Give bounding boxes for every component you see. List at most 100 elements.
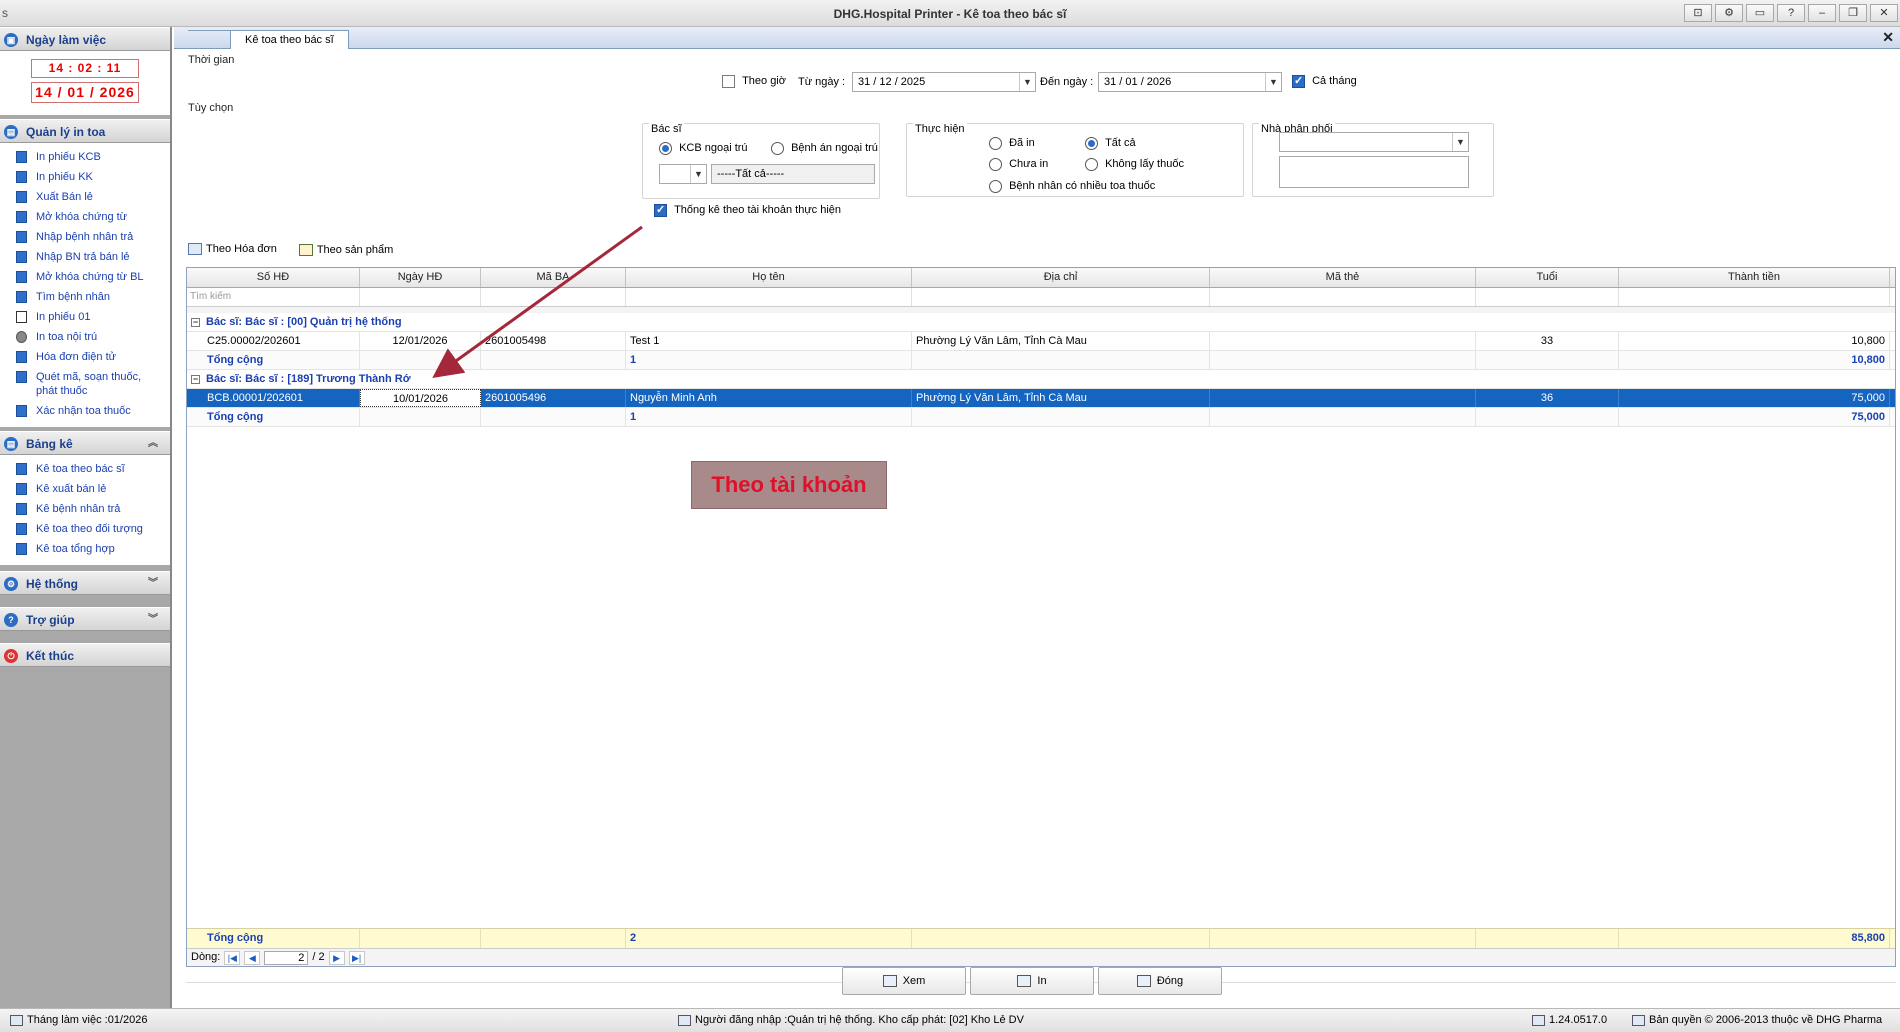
next-page-icon[interactable]: ▶: [328, 950, 345, 965]
distributor-detail-box[interactable]: [1279, 156, 1469, 188]
filter-ma-ba[interactable]: [481, 288, 626, 306]
filter-dia-chi[interactable]: [912, 288, 1210, 306]
filter-ngay-hd[interactable]: [360, 288, 481, 306]
group-row-doctor-00[interactable]: − Bác sĩ: Bác sĩ : [00] Quản trị hệ thống: [187, 313, 1895, 332]
by-hour-option[interactable]: Theo giờ: [722, 75, 786, 88]
sidebar-item-mo-khoa-chung-tu[interactable]: Mở khóa chứng từ: [0, 207, 170, 227]
table-row[interactable]: C25.00002/202601 12/01/2026 2601005498 T…: [187, 332, 1895, 351]
account-stats-checkbox[interactable]: [654, 203, 667, 217]
collapse-icon[interactable]: −: [191, 375, 200, 384]
first-page-icon[interactable]: |◀: [224, 950, 241, 965]
expand-down-icon[interactable]: ︾: [148, 608, 158, 632]
sidebar-header-prescription[interactable]: ▤ Quản lý in toa: [0, 119, 170, 143]
tab-by-product[interactable]: Theo sản phẩm: [293, 241, 399, 259]
table-row-selected[interactable]: BCB.00001/202601 10/01/2026 2601005496 N…: [187, 389, 1895, 408]
sidebar-item-in-phieu-kcb[interactable]: In phiếu KCB: [0, 147, 170, 167]
doctor-name-field[interactable]: -----Tất cả-----: [711, 164, 875, 184]
sidebar-header-report[interactable]: ▤ Bảng kê ︽: [0, 431, 170, 455]
last-page-icon[interactable]: ▶|: [348, 950, 365, 965]
chevron-down-icon[interactable]: ▼: [1019, 73, 1035, 91]
maximize-button[interactable]: ❐: [1839, 4, 1867, 22]
not-printed-option[interactable]: Chưa in: [989, 158, 1048, 171]
filter-thanh-tien[interactable]: [1619, 288, 1890, 306]
col-header-dia-chi[interactable]: Địa chỉ: [912, 268, 1210, 287]
whole-month-option[interactable]: Cả tháng: [1292, 74, 1357, 88]
filter-ma-the[interactable]: [1210, 288, 1476, 306]
col-header-tuoi[interactable]: Tuổi: [1476, 268, 1619, 287]
filter-so-hd[interactable]: Tìm kiếm: [187, 288, 360, 306]
kcb-outpatient-radio[interactable]: [659, 142, 672, 155]
sidebar-item-mo-khoa-chung-tu-bl[interactable]: Mở khóa chứng từ BL: [0, 267, 170, 287]
col-header-ma-the[interactable]: Mã thẻ: [1210, 268, 1476, 287]
filter-ho-ten[interactable]: [626, 288, 912, 306]
sidebar-item-nhap-benh-nhan-tra[interactable]: Nhập bệnh nhân trả: [0, 227, 170, 247]
sidebar-item-ke-benh-nhan-tra[interactable]: Kê bệnh nhân trả: [0, 499, 170, 519]
sidebar-item-xac-nhan-toa-thuoc[interactable]: Xác nhận toa thuốc: [0, 401, 170, 421]
collapse-icon[interactable]: −: [191, 318, 200, 327]
sidebar-header-help[interactable]: ? Trợ giúp ︾: [0, 607, 170, 631]
sidebar-item-ke-xuat-ban-le[interactable]: Kê xuất bán lẻ: [0, 479, 170, 499]
sidebar-item-xuat-ban-le[interactable]: Xuất Bán lẻ: [0, 187, 170, 207]
clock-display: 14 : 02 : 11: [31, 59, 139, 78]
page-input[interactable]: 2: [264, 950, 309, 965]
to-date-picker[interactable]: 31 / 01 / 2026 ▼: [1098, 72, 1282, 92]
sidebar-item-in-phieu-kk[interactable]: In phiếu KK: [0, 167, 170, 187]
filter-tuoi[interactable]: [1476, 288, 1619, 306]
chevron-down-icon[interactable]: ▼: [1265, 73, 1281, 91]
close-button[interactable]: ✕: [1870, 4, 1898, 22]
window-icon[interactable]: ▭: [1746, 4, 1774, 22]
whole-month-checkbox[interactable]: [1292, 74, 1305, 88]
all-radio[interactable]: [1085, 137, 1098, 150]
view-button[interactable]: Xem: [842, 967, 966, 995]
kcb-outpatient-option[interactable]: KCB ngoại trú: [659, 142, 748, 155]
close-form-button[interactable]: Đóng: [1098, 967, 1222, 995]
col-header-ngay-hd[interactable]: Ngày HĐ: [360, 268, 481, 287]
screen-icon[interactable]: ⊡: [1684, 4, 1712, 22]
help-icon[interactable]: ?: [1777, 4, 1805, 22]
col-header-thanh-tien[interactable]: Thành tiền: [1619, 268, 1890, 287]
expand-down-icon[interactable]: ︾: [148, 572, 158, 596]
no-medicine-radio[interactable]: [1085, 158, 1098, 171]
outpatient-record-option[interactable]: Bệnh án ngoại trú: [771, 142, 878, 155]
sidebar-item-in-phieu-01[interactable]: In phiếu 01: [0, 307, 170, 327]
sidebar-item-hoa-don-dien-tu[interactable]: Hóa đơn điện tử: [0, 347, 170, 367]
by-hour-checkbox[interactable]: [722, 75, 735, 88]
multi-rx-radio[interactable]: [989, 180, 1002, 193]
no-medicine-option[interactable]: Không lấy thuốc: [1085, 158, 1184, 171]
account-stats-option[interactable]: Thống kê theo tài khoản thực hiện: [654, 203, 841, 217]
multi-rx-option[interactable]: Bệnh nhân có nhiều toa thuốc: [989, 180, 1155, 193]
group-row-doctor-189[interactable]: − Bác sĩ: Bác sĩ : [189] Trương Thành Rớ: [187, 370, 1895, 389]
col-header-ho-ten[interactable]: Họ tên: [626, 268, 912, 287]
close-tab-icon[interactable]: ✕: [1882, 29, 1894, 46]
chevron-down-icon[interactable]: ▼: [1452, 133, 1468, 151]
printed-option[interactable]: Đã in: [989, 137, 1035, 150]
power-icon: ⏻: [4, 649, 18, 663]
tab-ke-toa-theo-bac-si[interactable]: Kê toa theo bác sĩ: [230, 30, 349, 49]
sidebar-item-in-toa-noi-tru[interactable]: In toa nội trú: [0, 327, 170, 347]
distributor-select[interactable]: ▼: [1279, 132, 1469, 152]
sidebar-header-work-date[interactable]: ▣ Ngày làm việc: [0, 27, 170, 51]
settings-icon[interactable]: ⚙: [1715, 4, 1743, 22]
minimize-button[interactable]: –: [1808, 4, 1836, 22]
outpatient-record-radio[interactable]: [771, 142, 784, 155]
sidebar-item-ke-toa-tong-hop[interactable]: Kê toa tổng hợp: [0, 539, 170, 559]
not-printed-radio[interactable]: [989, 158, 1002, 171]
sidebar-item-ke-toa-theo-doi-tuong[interactable]: Kê toa theo đối tượng: [0, 519, 170, 539]
doctor-code-select[interactable]: ▼: [659, 164, 707, 184]
chevron-down-icon[interactable]: ▼: [690, 165, 706, 183]
sidebar-item-nhap-bn-tra-ban-le[interactable]: Nhập BN trả bán lẻ: [0, 247, 170, 267]
sidebar-item-ke-toa-theo-bac-si[interactable]: Kê toa theo bác sĩ: [0, 459, 170, 479]
sidebar-item-tim-benh-nhan[interactable]: Tìm bệnh nhân: [0, 287, 170, 307]
print-button[interactable]: In: [970, 967, 1094, 995]
col-header-ma-ba[interactable]: Mã BA: [481, 268, 626, 287]
col-header-so-hd[interactable]: Số HĐ: [187, 268, 360, 287]
prev-page-icon[interactable]: ◀: [244, 950, 261, 965]
all-option[interactable]: Tất cả: [1085, 137, 1136, 150]
from-date-picker[interactable]: 31 / 12 / 2025 ▼: [852, 72, 1036, 92]
tab-by-invoice[interactable]: Theo Hóa đơn: [182, 241, 283, 259]
sidebar-header-system[interactable]: ⚙ Hệ thống ︾: [0, 571, 170, 595]
printed-radio[interactable]: [989, 137, 1002, 150]
sidebar-header-exit[interactable]: ⏻ Kết thúc: [0, 643, 170, 667]
sidebar-item-quet-ma[interactable]: Quét mã, soạn thuốc, phát thuốc: [0, 367, 170, 401]
collapse-up-icon[interactable]: ︽: [148, 432, 158, 456]
